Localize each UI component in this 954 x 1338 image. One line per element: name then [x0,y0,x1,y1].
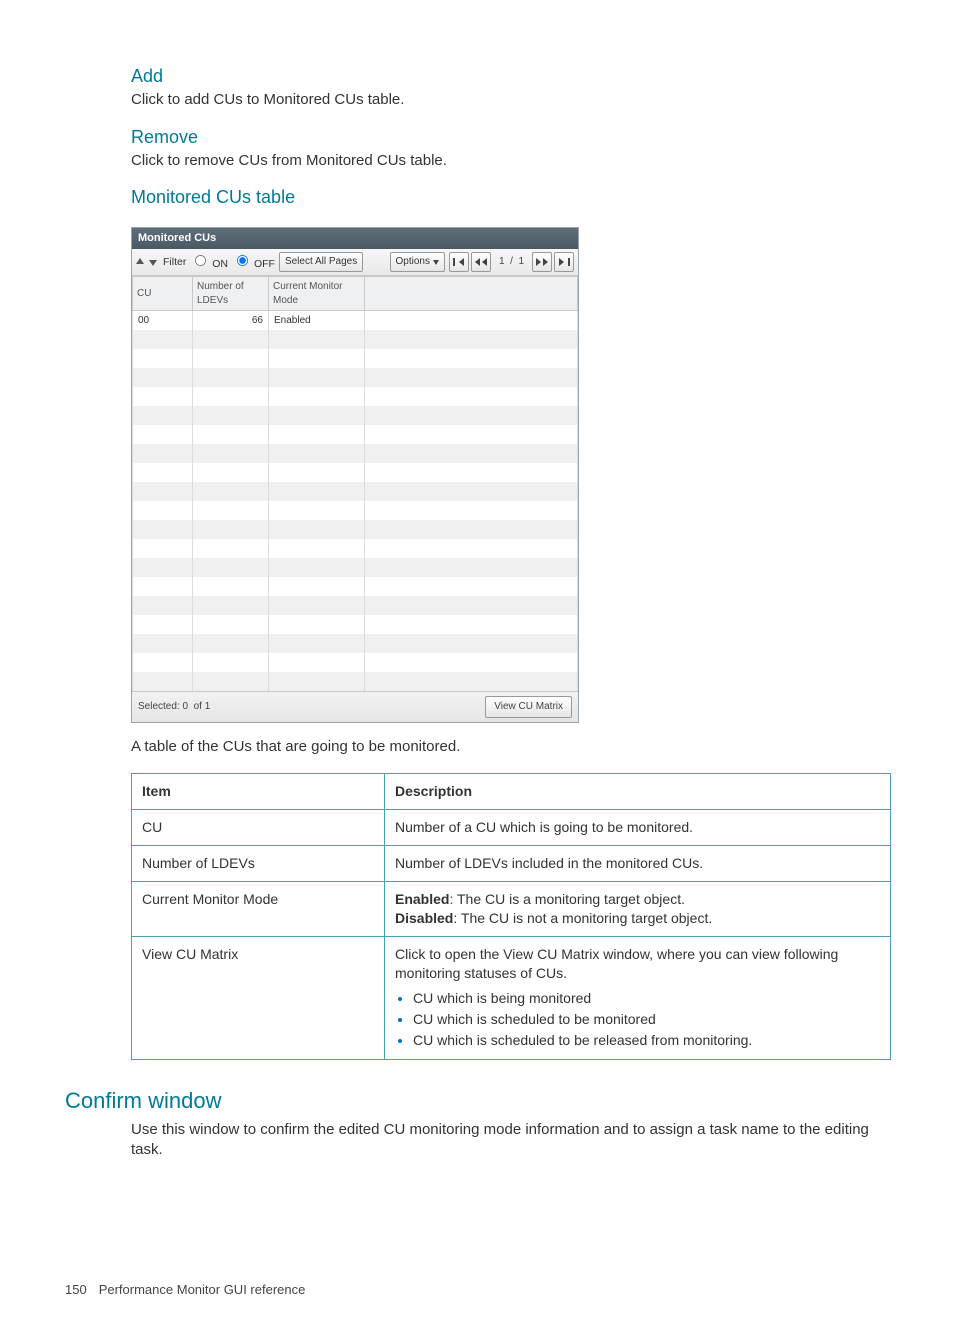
chevron-down-icon [433,260,439,265]
table-row [133,672,578,691]
text-add: Click to add CUs to Monitored CUs table. [131,90,889,110]
desc-text: Number of LDEVs included in the monitore… [385,846,891,882]
filter-collapse-icon[interactable] [151,255,159,269]
heading-monitored-table: Monitored CUs table [131,185,889,209]
table-row [133,634,578,653]
table-row [133,501,578,520]
list-item: CU which is scheduled to be released fro… [413,1031,880,1050]
heading-confirm-window: Confirm window [65,1086,889,1116]
table-row[interactable]: 0066Enabled [133,311,578,331]
page-number: 150 [65,1281,87,1299]
view-cu-matrix-button[interactable]: View CU Matrix [485,696,572,718]
filter-on-label: ON [212,258,228,270]
selected-label: Selected: [138,700,180,714]
table-row [133,444,578,463]
col-ldevs[interactable]: Number of LDEVs [193,277,269,311]
filter-expand-icon[interactable] [136,255,147,269]
description-table: Item Description CU Number of a CU which… [131,773,891,1060]
cell-empty [365,311,578,331]
filter-on-option[interactable]: ON [190,254,228,271]
table-row [133,596,578,615]
select-all-pages-button[interactable]: Select All Pages [279,252,363,272]
table-row [133,368,578,387]
list-item: CU which is being monitored [413,989,880,1008]
desc-item: Current Monitor Mode [132,882,385,937]
filter-off-radio[interactable] [237,255,248,266]
page-first-button[interactable] [449,252,469,272]
desc-item: View CU Matrix [132,936,385,1059]
desc-header-item: Item [132,774,385,810]
selected-value: 0 [182,700,188,714]
heading-remove: Remove [131,125,889,149]
filter-off-option[interactable]: OFF [232,254,275,271]
cell-ldevs: 66 [193,311,269,331]
desc-header-description: Description [385,774,891,810]
table-row: View CU Matrix Click to open the View CU… [132,936,891,1059]
table-row [133,482,578,501]
desc-text: Enabled: The CU is a monitoring target o… [385,882,891,937]
panel-title: Monitored CUs [132,228,578,249]
filter-on-radio[interactable] [195,255,206,266]
table-row: Current Monitor Mode Enabled: The CU is … [132,882,891,937]
table-row [133,615,578,634]
col-cu[interactable]: CU [133,277,193,311]
panel-toolbar: Filter ON OFF Select All Pages Options [132,249,578,276]
page-footer: 150 Performance Monitor GUI reference [65,1281,889,1299]
list-item: CU which is scheduled to be monitored [413,1010,880,1029]
heading-add: Add [131,64,889,88]
desc-item: Number of LDEVs [132,846,385,882]
table-row: CU Number of a CU which is going to be m… [132,810,891,846]
text-remove: Click to remove CUs from Monitored CUs t… [131,151,889,171]
cell-mode: Enabled [269,311,365,331]
page-footer-title: Performance Monitor GUI reference [99,1281,306,1299]
panel-footer: Selected: 0 of 1 View CU Matrix [132,691,578,722]
table-row [133,425,578,444]
filter-off-label: OFF [254,258,275,270]
total-value: 1 [205,700,211,714]
table-row [133,653,578,672]
filter-label: Filter [163,255,186,269]
table-row [133,577,578,596]
table-row [133,520,578,539]
cell-cu: 00 [133,311,193,331]
monitored-cus-grid: CU Number of LDEVs Current Monitor Mode … [132,276,578,691]
desc-text: Number of a CU which is going to be moni… [385,810,891,846]
table-row [133,387,578,406]
monitored-cus-panel: Monitored CUs Filter ON OFF Select All P… [131,227,579,723]
col-spacer [365,277,578,311]
table-row [133,330,578,349]
monitored-caption: A table of the CUs that are going to be … [131,737,889,757]
table-row [133,558,578,577]
table-row [133,463,578,482]
of-label: of [194,700,202,714]
page-prev-button[interactable] [471,252,491,272]
text-confirm-window: Use this window to confirm the edited CU… [131,1120,889,1161]
table-row: Number of LDEVs Number of LDEVs included… [132,846,891,882]
options-label: Options [396,255,430,269]
table-row [133,406,578,425]
table-row [133,349,578,368]
page-indicator: 1 / 1 [493,255,530,269]
page-last-button[interactable] [554,252,574,272]
options-button[interactable]: Options [390,252,445,272]
desc-item: CU [132,810,385,846]
col-mode[interactable]: Current Monitor Mode [269,277,365,311]
desc-text: Click to open the View CU Matrix window,… [385,936,891,1059]
table-row [133,539,578,558]
page-next-button[interactable] [532,252,552,272]
